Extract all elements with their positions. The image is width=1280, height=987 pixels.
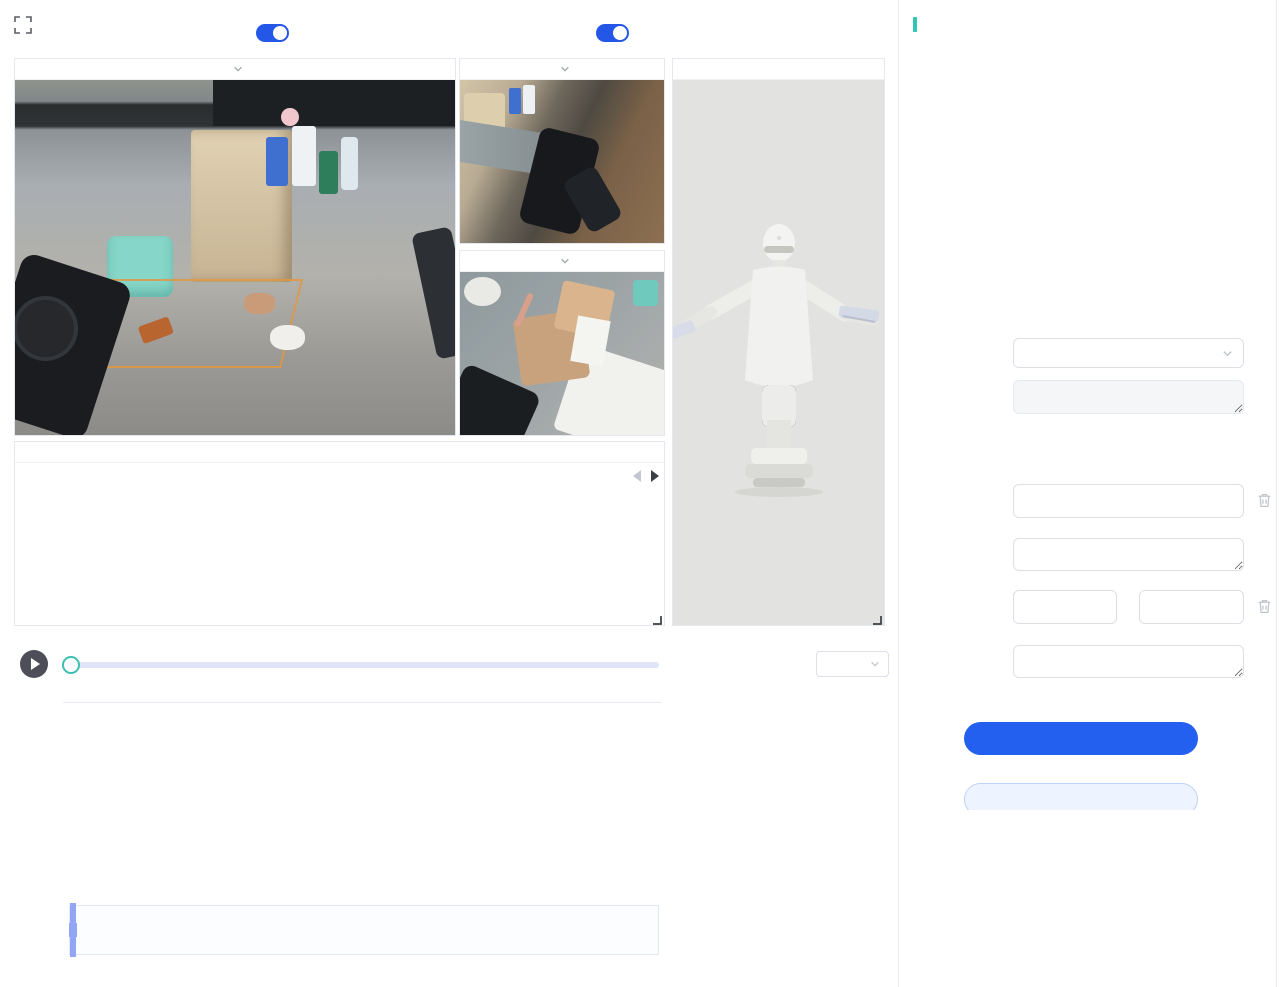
segment-markers xyxy=(63,685,662,698)
delete-single-frame-button[interactable] xyxy=(1255,492,1273,510)
resize-corner-icon xyxy=(871,614,882,625)
submit-back-button[interactable] xyxy=(964,783,1198,810)
head-camera-selector[interactable] xyxy=(15,59,455,80)
action-chart-panel xyxy=(14,441,665,626)
hand-left-camera-view xyxy=(460,80,664,243)
review-tag-select[interactable] xyxy=(1013,338,1244,368)
review-tag-label xyxy=(899,345,1005,361)
region-frame-block[interactable] xyxy=(70,903,76,957)
slider-handle[interactable] xyxy=(62,656,80,674)
review-tag-note-textarea[interactable] xyxy=(1013,380,1244,414)
chart-resize-handle[interactable] xyxy=(651,612,662,623)
delete-region-frame-button[interactable] xyxy=(1255,598,1273,616)
depth-rgb-switch-group xyxy=(248,24,297,42)
hand-left-camera-panel xyxy=(459,58,665,244)
region-note-textarea[interactable] xyxy=(1013,645,1244,678)
region-end-input[interactable] xyxy=(1139,590,1244,624)
hand-right-camera-panel xyxy=(459,250,665,436)
play-icon xyxy=(31,658,40,670)
trajectory-toggle[interactable] xyxy=(596,24,629,42)
chevron-down-icon xyxy=(233,64,243,74)
robot-arm-right xyxy=(411,226,455,359)
region-start-input[interactable] xyxy=(1013,590,1117,624)
action-chart xyxy=(15,489,664,625)
review-panel-header xyxy=(913,17,924,32)
trash-icon xyxy=(1256,492,1273,509)
submit-back-clip xyxy=(964,783,1198,810)
legend-next-icon[interactable] xyxy=(651,470,659,482)
sim-robot xyxy=(673,80,884,625)
region-left-handle[interactable] xyxy=(75,923,77,937)
depth-rgb-toggle[interactable] xyxy=(256,24,289,42)
submit-next-button[interactable] xyxy=(964,722,1198,755)
sim-resize-handle[interactable] xyxy=(871,612,882,623)
action-chart-header xyxy=(15,442,664,463)
slider-track[interactable] xyxy=(62,662,659,668)
single-frame-note-textarea[interactable] xyxy=(1013,538,1244,571)
hand-right-camera-selector[interactable] xyxy=(460,251,664,272)
region-frame-track[interactable] xyxy=(69,905,659,955)
head-camera-panel xyxy=(14,58,456,436)
fullscreen-icon xyxy=(14,16,32,34)
trajectory-switch-group xyxy=(588,24,629,42)
steps-table xyxy=(63,702,662,703)
chevron-down-icon xyxy=(1222,348,1233,359)
chart-legend xyxy=(15,463,664,489)
fullscreen-button[interactable] xyxy=(14,16,32,34)
sim-panel xyxy=(672,58,885,626)
sim-view xyxy=(673,80,884,625)
chevron-down-icon xyxy=(560,256,570,266)
timeline-slider[interactable] xyxy=(62,658,659,672)
frame-scale xyxy=(63,864,662,879)
scene-initial-state xyxy=(673,686,894,689)
resize-corner-icon xyxy=(651,614,662,625)
region-frame-label xyxy=(899,598,1005,614)
single-frame-label xyxy=(899,492,1005,508)
section-accent-bar xyxy=(913,17,917,32)
head-camera-view xyxy=(15,80,455,435)
hand-left-camera-selector[interactable] xyxy=(460,59,664,80)
speed-select[interactable] xyxy=(816,651,889,677)
trash-icon xyxy=(1256,598,1273,615)
scene-monitor xyxy=(213,80,455,126)
review-result-label xyxy=(899,284,1005,300)
sim-header xyxy=(673,59,884,80)
hand-right-camera-view xyxy=(460,272,664,435)
play-button[interactable] xyxy=(20,650,48,678)
scrollbar-track[interactable] xyxy=(1276,0,1277,987)
chevron-down-icon xyxy=(560,64,570,74)
legend-pager xyxy=(633,463,659,489)
legend-prev-icon[interactable] xyxy=(633,470,641,482)
app-root xyxy=(0,0,1280,987)
region-right-handle[interactable] xyxy=(69,923,71,937)
review-panel xyxy=(898,0,1280,987)
single-frame-input[interactable] xyxy=(1013,484,1244,518)
chevron-down-icon xyxy=(870,659,880,669)
